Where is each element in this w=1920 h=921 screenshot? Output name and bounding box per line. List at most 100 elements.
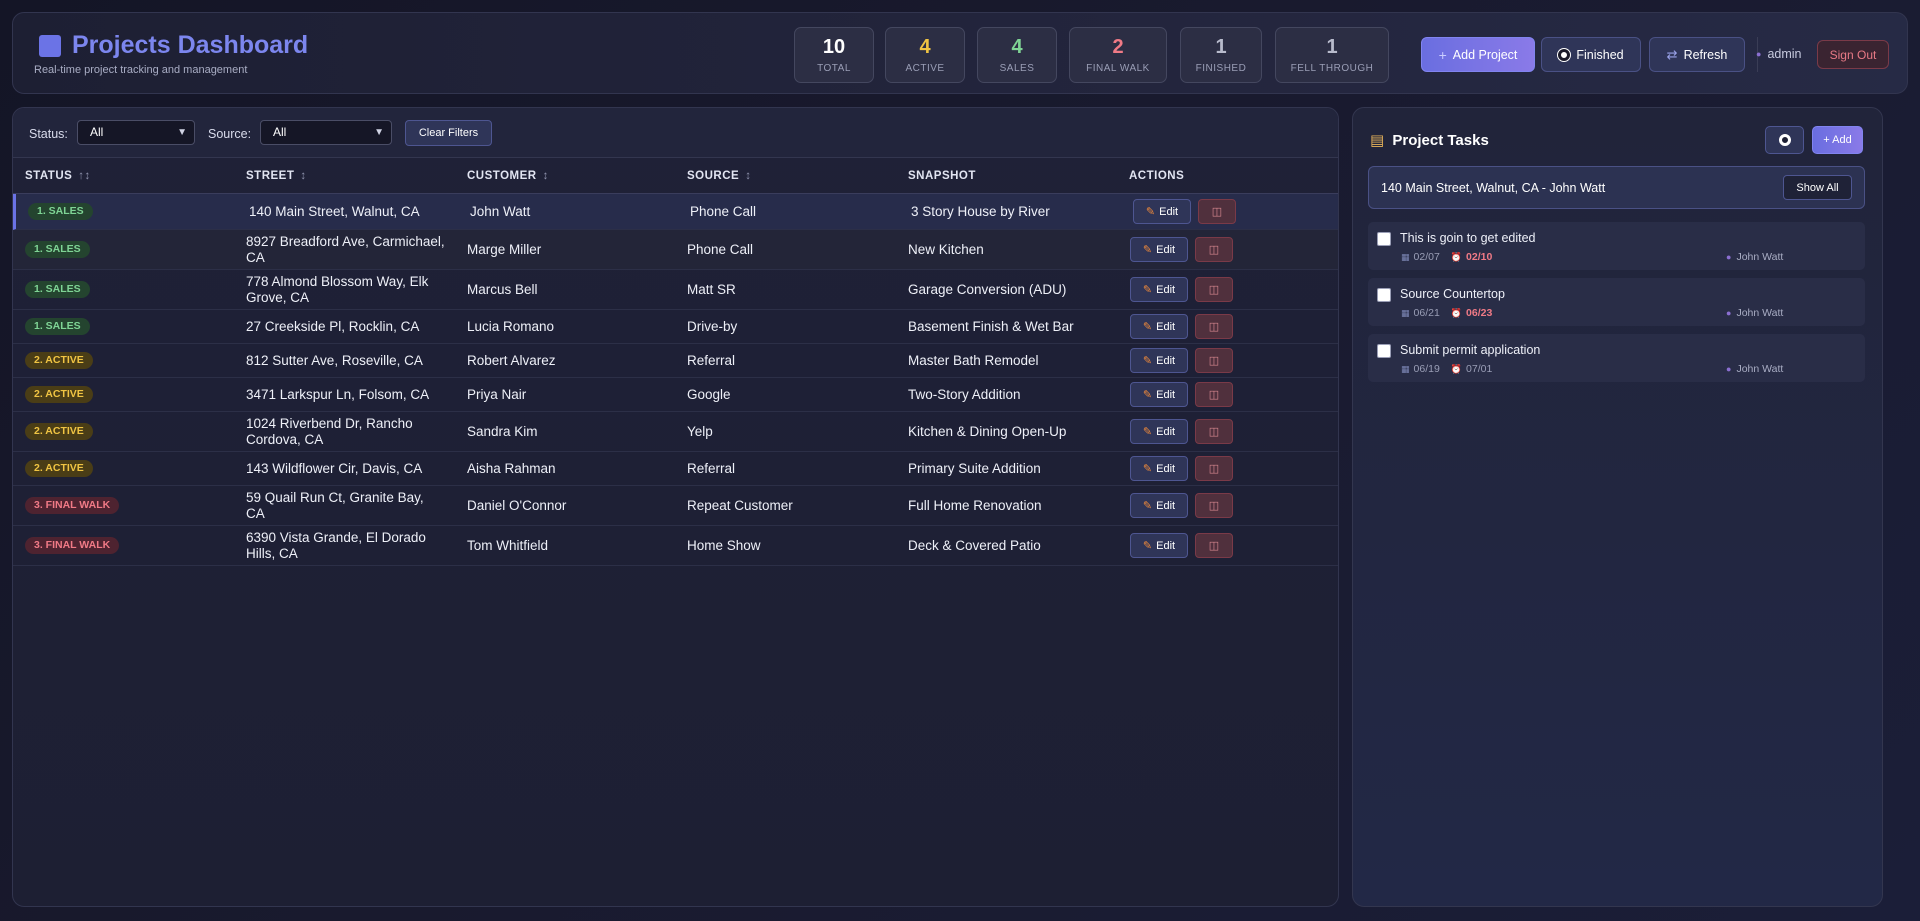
current-user: ● admin (1756, 47, 1801, 61)
task-due-date: 02/10 (1466, 251, 1493, 263)
task-checkbox[interactable] (1377, 288, 1391, 302)
table-row[interactable]: 2. ACTIVE 812 Sutter Ave, Roseville, CA Ro… (13, 344, 1338, 378)
table-row[interactable]: 3. FINAL WALK 6390 Vista Grande, El Dorad… (13, 526, 1338, 566)
edit-button[interactable]: ✎ Edit (1130, 419, 1188, 444)
user-icon: ● (1726, 252, 1732, 262)
finished-label: Finished (1576, 47, 1624, 62)
trash-icon: ◫ (1208, 500, 1220, 512)
street-cell: 27 Creekside Pl, Rocklin, CA (246, 319, 420, 334)
task-name[interactable]: Submit permit application (1400, 343, 1540, 357)
snapshot-cell: Master Bath Remodel (908, 353, 1039, 368)
status-badge: 2. ACTIVE (25, 460, 93, 477)
calendar-icon: ▦ (1401, 251, 1410, 262)
source-filter-label: Source: (208, 127, 252, 141)
task-name[interactable]: Source Countertop (1400, 287, 1505, 301)
column-customer[interactable]: CUSTOMER ↕ (467, 170, 549, 182)
edit-label: Edit (1156, 499, 1176, 512)
column-label: ACTIONS (1129, 170, 1185, 182)
pencil-icon: ✎ (1142, 389, 1153, 401)
delete-button[interactable]: ◫ (1195, 382, 1233, 407)
finished-button[interactable]: Finished (1541, 37, 1641, 72)
pencil-icon: ✎ (1142, 244, 1153, 256)
street-cell: 6390 Vista Grande, El Dorado Hills, CA (246, 530, 426, 561)
tasks-title-text: Project Tasks (1392, 132, 1489, 149)
sign-out-button[interactable]: Sign Out (1817, 40, 1889, 69)
table-row[interactable]: 2. ACTIVE 3471 Larkspur Ln, Folsom, CA Pri… (13, 378, 1338, 412)
stat-value: 4 (1011, 36, 1023, 58)
edit-button[interactable]: ✎ Edit (1130, 277, 1188, 302)
refresh-button[interactable]: ⇄ Refresh (1649, 37, 1745, 72)
edit-label: Edit (1156, 462, 1176, 475)
delete-button[interactable]: ◫ (1195, 237, 1233, 262)
delete-button[interactable]: ◫ (1195, 419, 1233, 444)
page-title: Projects Dashboard (72, 31, 309, 59)
task-name[interactable]: This is goin to get edited (1400, 231, 1536, 245)
task-checkbox[interactable] (1377, 232, 1391, 246)
calendar-icon: ▦ (1401, 307, 1410, 318)
task-checkbox[interactable] (1377, 344, 1391, 358)
edit-button[interactable]: ✎ Edit (1130, 314, 1188, 339)
pencil-icon: ✎ (1142, 426, 1153, 438)
status-badge: 1. SALES (28, 203, 93, 220)
task-item: Submit permit application ▦ 06/19 ⏰ 07/01 ● Jo… (1368, 334, 1865, 382)
snapshot-cell: Deck & Covered Patio (908, 538, 1041, 553)
add-task-button[interactable]: + Add (1812, 126, 1863, 154)
trash-icon: ◫ (1208, 355, 1220, 367)
delete-button[interactable]: ◫ (1195, 493, 1233, 518)
column-label: STATUS (25, 170, 73, 182)
table-header: STATUS ↑↕ STREET ↕ CUSTOMER ↕ SOURCE ↕ SNAPS… (13, 158, 1338, 194)
toggle-finished-tasks-button[interactable] (1765, 126, 1804, 154)
projects-panel: Status: All ▼ Source: All ▼ Clear Filter… (12, 107, 1339, 907)
edit-button[interactable]: ✎ Edit (1130, 237, 1188, 262)
source-cell: Drive-by (687, 319, 738, 334)
edit-button[interactable]: ✎ Edit (1130, 533, 1188, 558)
delete-button[interactable]: ◫ (1195, 348, 1233, 373)
source-cell: Repeat Customer (687, 498, 793, 513)
delete-button[interactable]: ◫ (1195, 277, 1233, 302)
column-source[interactable]: SOURCE ↕ (687, 170, 751, 182)
stat-value: 10 (822, 36, 846, 58)
trash-icon: ◫ (1208, 540, 1220, 552)
street-cell: 1024 Riverbend Dr, Rancho Cordova, CA (246, 416, 413, 447)
stat-fell-through: 1 FELL THROUGH (1275, 27, 1389, 83)
task-assignee: ● John Watt (1726, 307, 1783, 319)
add-project-button[interactable]: + Add Project (1421, 37, 1535, 72)
street-cell: 8927 Breadford Ave, Carmichael, CA (246, 234, 445, 265)
show-all-button[interactable]: Show All (1783, 175, 1852, 200)
table-row[interactable]: 3. FINAL WALK 59 Quail Run Ct, Granite Ba… (13, 486, 1338, 526)
table-row[interactable]: 2. ACTIVE 143 Wildflower Cir, Davis, CA Ai… (13, 452, 1338, 486)
street-cell: 778 Almond Blossom Way, Elk Grove, CA (246, 274, 429, 305)
delete-button[interactable]: ◫ (1198, 199, 1236, 224)
task-start-date: 02/07 (1413, 251, 1440, 263)
edit-button[interactable]: ✎ Edit (1130, 382, 1188, 407)
status-badge: 2. ACTIVE (25, 423, 93, 440)
column-status[interactable]: STATUS ↑↕ (25, 170, 91, 182)
edit-button[interactable]: ✎ Edit (1130, 493, 1188, 518)
task-dates: ▦ 02/07 ⏰ 02/10 (1401, 251, 1492, 263)
chevron-down-icon: ▼ (177, 127, 187, 138)
status-filter-select[interactable]: All ▼ (77, 120, 195, 145)
delete-button[interactable]: ◫ (1195, 533, 1233, 558)
edit-button[interactable]: ✎ Edit (1130, 456, 1188, 481)
task-project-label: 140 Main Street, Walnut, CA - John Watt (1381, 181, 1606, 195)
clear-filters-button[interactable]: Clear Filters (405, 120, 492, 146)
stat-label: SALES (999, 63, 1035, 74)
table-row[interactable]: 2. ACTIVE 1024 Riverbend Dr, Rancho Cordo… (13, 412, 1338, 452)
status-badge: 2. ACTIVE (25, 386, 93, 403)
table-row[interactable]: 1. SALES 27 Creekside Pl, Rocklin, CA Luci… (13, 310, 1338, 344)
table-row[interactable]: 1. SALES 140 Main Street, Walnut, CA John … (13, 194, 1338, 230)
source-cell: Phone Call (690, 204, 757, 219)
edit-button[interactable]: ✎ Edit (1130, 348, 1188, 373)
delete-button[interactable]: ◫ (1195, 456, 1233, 481)
alarm-clock-icon: ⏰ (1450, 251, 1463, 262)
source-filter-select[interactable]: All ▼ (260, 120, 392, 145)
table-row[interactable]: 1. SALES 778 Almond Blossom Way, Elk Grov… (13, 270, 1338, 310)
column-street[interactable]: STREET ↕ (246, 170, 307, 182)
stat-value: 4 (919, 36, 931, 58)
delete-button[interactable]: ◫ (1195, 314, 1233, 339)
edit-button[interactable]: ✎ Edit (1133, 199, 1191, 224)
table-row[interactable]: 1. SALES 8927 Breadford Ave, Carmichael, … (13, 230, 1338, 270)
trash-icon: ◫ (1208, 389, 1220, 401)
snapshot-cell: Primary Suite Addition (908, 461, 1041, 476)
column-label: CUSTOMER (467, 170, 537, 182)
